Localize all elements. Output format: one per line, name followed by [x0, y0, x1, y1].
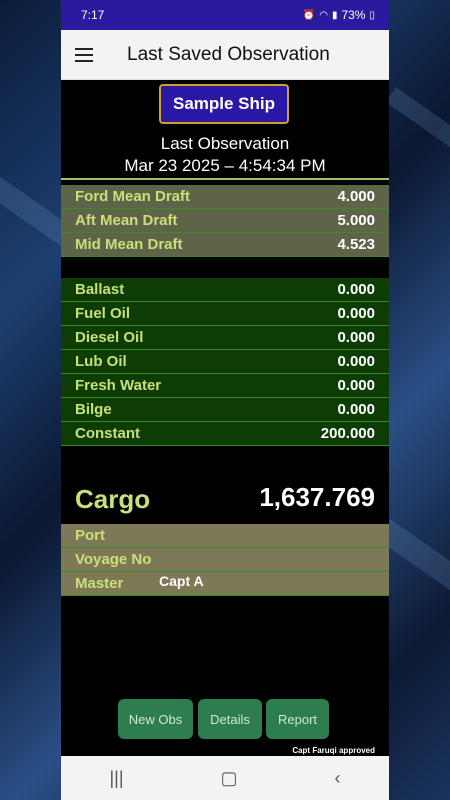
status-bar: 7:17 ⏰ ◠ ▮ 73% ▯	[61, 0, 389, 30]
new-obs-button[interactable]: New Obs	[118, 699, 193, 739]
back-icon[interactable]: ‹	[335, 768, 341, 789]
draft-row: Mid Mean Draft 4.523	[61, 233, 389, 257]
cargo-label: Cargo	[75, 484, 151, 514]
draft-label: Aft Mean Draft	[75, 212, 178, 229]
draft-value: 4.523	[337, 236, 375, 253]
tank-label: Fresh Water	[75, 377, 162, 394]
observation-datetime: Mar 23 2025 – 4:54:34 PM	[124, 156, 326, 175]
draft-value: 4.000	[337, 188, 375, 205]
tank-label: Diesel Oil	[75, 329, 144, 346]
hamburger-menu-icon[interactable]	[61, 47, 107, 62]
tank-label: Fuel Oil	[75, 305, 131, 322]
signal-icon: ▮	[331, 9, 338, 21]
tank-label: Ballast	[75, 281, 125, 298]
system-nav-bar: ||| ▢ ‹	[61, 756, 389, 800]
details-button[interactable]: Details	[198, 699, 262, 739]
wifi-icon: ◠	[319, 9, 328, 21]
cargo-value: 1,637.769	[259, 482, 375, 512]
draft-value: 5.000	[337, 212, 375, 229]
master-value: Capt A	[159, 573, 204, 589]
tank-value: 0.000	[337, 377, 375, 394]
alarm-icon: ⏰	[302, 9, 316, 21]
info-label: Voyage No	[75, 551, 152, 568]
recents-icon[interactable]: |||	[109, 768, 123, 789]
tank-value: 0.000	[337, 401, 375, 418]
approved-note: Capt Faruqi approved	[292, 746, 375, 755]
tank-row: Constant 200.000	[61, 422, 389, 446]
battery-percent: 73%	[341, 8, 366, 22]
battery-icon: ▯	[369, 9, 375, 21]
tank-row: Fresh Water 0.000	[61, 374, 389, 398]
info-label: Port	[75, 527, 105, 544]
info-row: Master	[61, 572, 389, 596]
page-title: Last Saved Observation	[127, 43, 330, 65]
tank-value: 0.000	[337, 353, 375, 370]
tank-label: Lub Oil	[75, 353, 127, 370]
observation-label: Last Observation	[160, 134, 290, 153]
tank-value: 0.000	[337, 305, 375, 322]
tank-value: 0.000	[337, 329, 375, 346]
status-time: 7:17	[81, 8, 105, 22]
tank-row: Lub Oil 0.000	[61, 350, 389, 374]
tank-value: 200.000	[320, 425, 375, 442]
info-label: Master	[75, 575, 124, 592]
divider	[61, 178, 389, 180]
tank-row: Diesel Oil 0.000	[61, 326, 389, 350]
draft-row: Aft Mean Draft 5.000	[61, 209, 389, 233]
draft-row: Ford Mean Draft 4.000	[61, 185, 389, 209]
tank-label: Bilge	[75, 401, 112, 418]
phone-screen: 7:17 ⏰ ◠ ▮ 73% ▯ Last Saved Observation …	[61, 0, 389, 800]
tank-row: Fuel Oil 0.000	[61, 302, 389, 326]
draft-label: Mid Mean Draft	[75, 236, 183, 253]
tank-value: 0.000	[337, 281, 375, 298]
app-bar: Last Saved Observation	[61, 30, 389, 80]
tank-row: Ballast 0.000	[61, 278, 389, 302]
home-icon[interactable]: ▢	[221, 768, 238, 789]
info-row: Voyage No	[61, 548, 389, 572]
draft-label: Ford Mean Draft	[75, 188, 191, 205]
tank-row: Bilge 0.000	[61, 398, 389, 422]
tank-label: Constant	[75, 425, 140, 442]
report-button[interactable]: Report	[266, 699, 329, 739]
info-row: Port	[61, 524, 389, 548]
ship-name-button[interactable]: Sample Ship	[159, 84, 289, 124]
